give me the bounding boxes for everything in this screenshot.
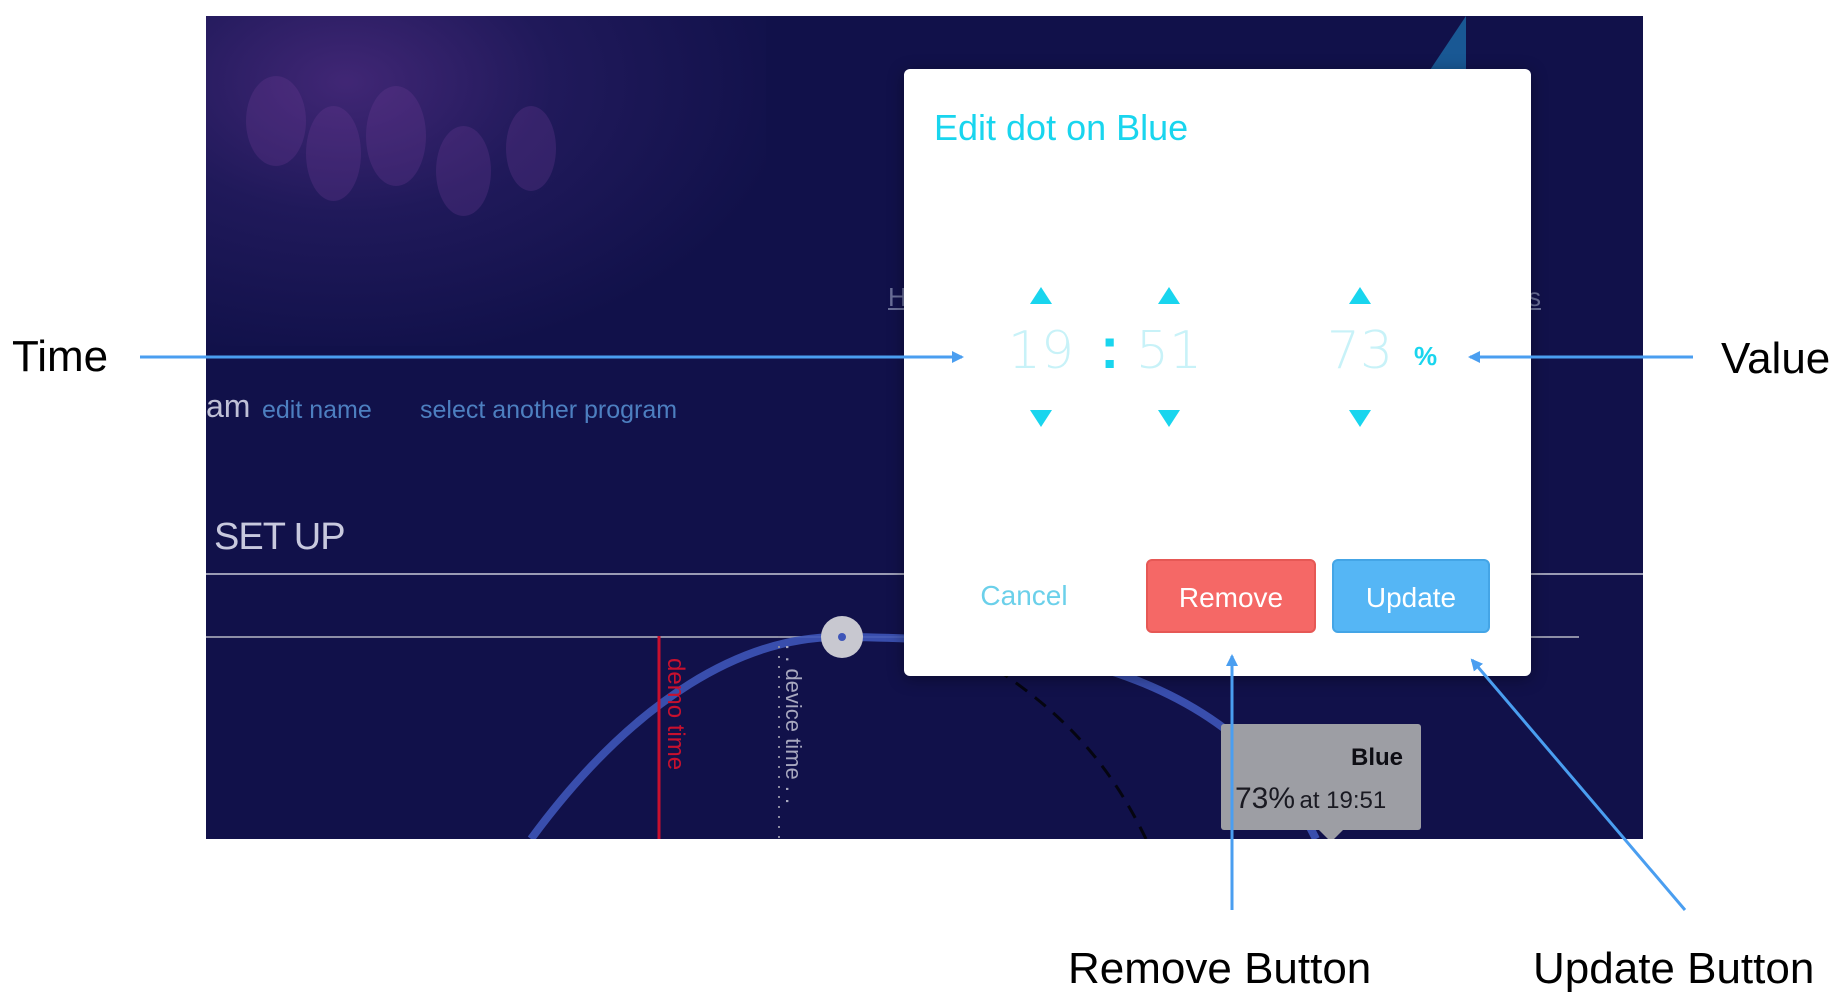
callout-time: Time: [12, 332, 109, 381]
dot-tooltip: Blue 73% at 19:51: [1221, 724, 1421, 839]
modal-title: Edit dot on Blue: [934, 107, 1189, 148]
arrow-down-icon[interactable]: [1349, 410, 1371, 427]
arrow-down-icon[interactable]: [1158, 410, 1180, 427]
arrow-down-icon[interactable]: [1030, 410, 1052, 427]
callout-update-button: Update Button: [1533, 944, 1815, 993]
edit-dot-modal: Edit dot on Blue 19 : 51 73 % Cancel Rem…: [904, 69, 1531, 676]
percent-unit: %: [1414, 341, 1438, 371]
callout-remove-button: Remove Button: [1068, 944, 1372, 993]
demo-time-label: demo time: [662, 658, 689, 770]
hours-value[interactable]: 19: [996, 321, 1086, 381]
tooltip-time: at 19:51: [1299, 787, 1387, 814]
arrow-up-icon[interactable]: [1349, 287, 1371, 304]
minutes-value[interactable]: 51: [1124, 321, 1214, 381]
remove-button[interactable]: Remove: [1146, 559, 1316, 633]
arrow-up-icon[interactable]: [1158, 287, 1180, 304]
device-time-label: . . device time . .: [781, 644, 806, 804]
device-dashed-curve: [975, 654, 1148, 839]
cancel-button[interactable]: Cancel: [964, 559, 1084, 633]
curve-dot-center: [838, 633, 846, 641]
tooltip-value: 73%: [1235, 782, 1296, 815]
percent-value[interactable]: 73: [1315, 321, 1405, 381]
time-separator: :: [1100, 316, 1120, 381]
tooltip-channel: Blue: [1350, 744, 1403, 771]
tooltip-reading: 73% at 19:51: [1235, 782, 1386, 816]
callout-value: Value: [1721, 334, 1831, 383]
arrow-up-icon[interactable]: [1030, 287, 1052, 304]
update-button[interactable]: Update: [1332, 559, 1490, 633]
